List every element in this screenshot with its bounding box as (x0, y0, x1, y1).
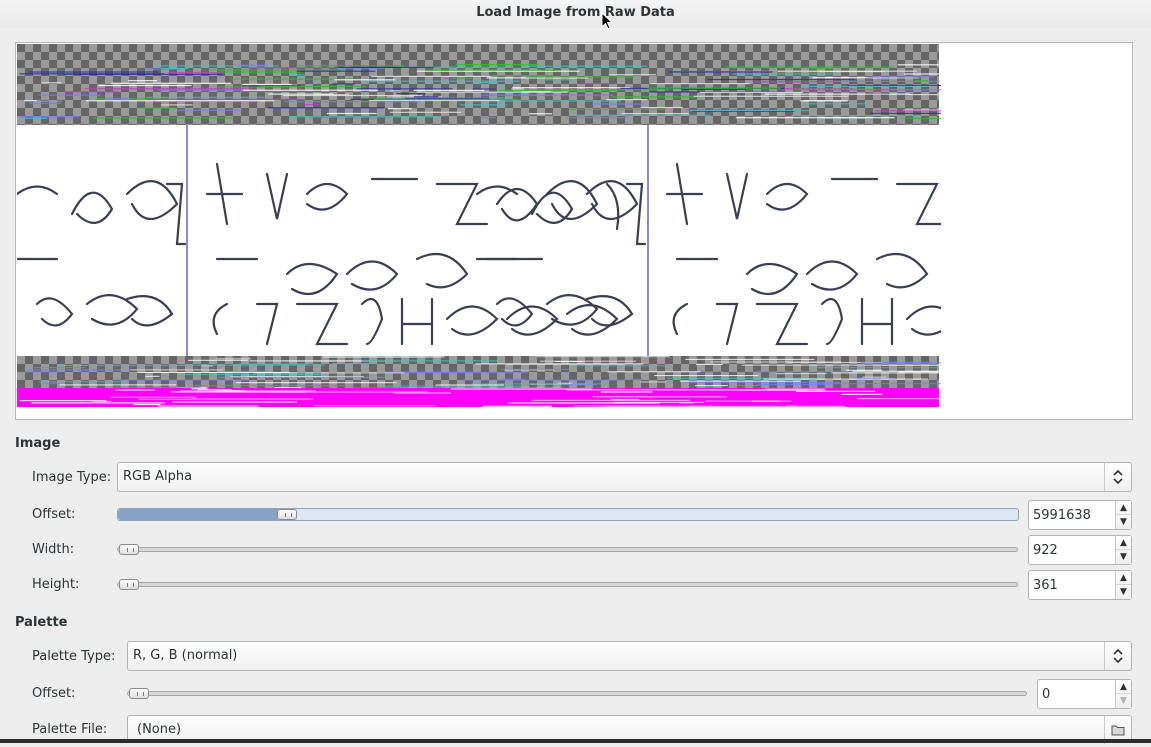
width-increment-button[interactable]: ▲ (1116, 536, 1131, 550)
offset-input[interactable] (1029, 501, 1121, 529)
palette-section-heading: Palette (15, 615, 68, 630)
palette-offset-slider[interactable] (127, 691, 1027, 696)
height-spinbutton[interactable]: ▲▼ (1028, 570, 1132, 600)
image-preview (15, 42, 1133, 420)
offset-slider-fill (118, 509, 280, 520)
width-decrement-button[interactable]: ▼ (1116, 550, 1131, 564)
up-down-chevron-icon (1104, 642, 1131, 670)
width-spinbutton[interactable]: ▲▼ (1028, 535, 1132, 565)
raw-image-preview-graphic (17, 44, 941, 407)
height-label: Height: (32, 577, 80, 592)
image-type-label: Image Type: (32, 470, 112, 485)
offset-slider-handle[interactable] (277, 509, 298, 520)
offset-decrement-button[interactable]: ▼ (1116, 515, 1131, 529)
window-bottom-edge (0, 739, 1151, 743)
palette-offset-input[interactable] (1038, 680, 1120, 708)
palette-offset-increment-button[interactable]: ▲ (1116, 680, 1131, 694)
height-increment-button[interactable]: ▲ (1116, 571, 1131, 585)
dialog-titlebar: Load Image from Raw Data (0, 0, 1151, 28)
palette-type-value: R, G, B (normal) (133, 648, 238, 663)
width-slider-handle[interactable] (119, 544, 139, 555)
image-type-combobox[interactable]: RGB Alpha (117, 462, 1132, 492)
height-decrement-button[interactable]: ▼ (1116, 585, 1131, 599)
dialog-title: Load Image from Raw Data (476, 5, 675, 20)
palette-offset-spinbutton[interactable]: ▲▼ (1037, 679, 1132, 709)
width-label: Width: (32, 542, 75, 557)
image-type-value: RGB Alpha (123, 469, 193, 484)
palette-offset-slider-handle[interactable] (129, 688, 149, 699)
height-slider[interactable] (117, 582, 1018, 587)
offset-label: Offset: (32, 507, 76, 522)
height-slider-handle[interactable] (119, 579, 139, 590)
palette-offset-label: Offset: (32, 686, 76, 701)
up-down-chevron-icon (1104, 463, 1131, 491)
offset-slider[interactable] (117, 508, 1019, 521)
mouse-pointer-icon (601, 12, 613, 30)
width-input[interactable] (1029, 536, 1121, 564)
palette-file-value: (None) (137, 722, 182, 737)
palette-offset-decrement-button[interactable]: ▼ (1116, 694, 1131, 708)
palette-type-label: Palette Type: (32, 649, 116, 664)
offset-increment-button[interactable]: ▲ (1116, 501, 1131, 515)
width-slider[interactable] (117, 547, 1018, 552)
image-section-heading: Image (15, 436, 61, 451)
offset-spinbutton[interactable]: ▲▼ (1028, 500, 1132, 530)
height-input[interactable] (1029, 571, 1121, 599)
palette-type-combobox[interactable]: R, G, B (normal) (127, 641, 1132, 671)
palette-file-label: Palette File: (32, 722, 108, 737)
